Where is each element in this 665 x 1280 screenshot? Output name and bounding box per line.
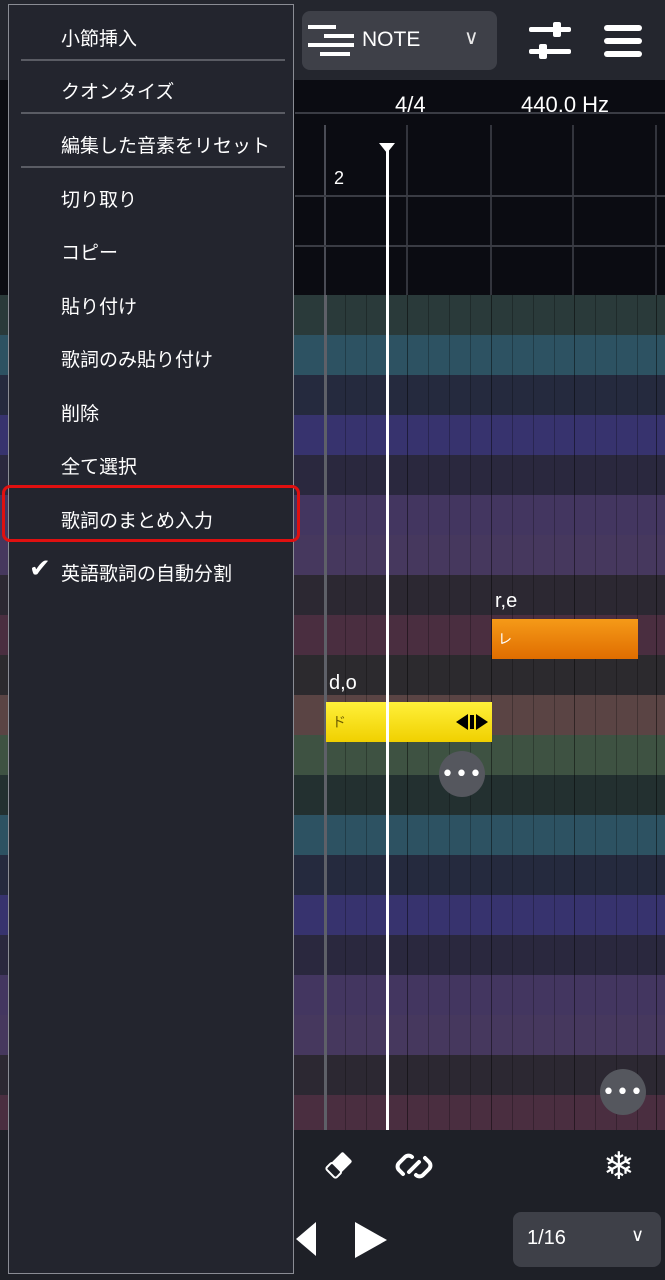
note-lyric-label: r,e (495, 590, 518, 612)
link-icon[interactable] (395, 1148, 433, 1184)
note-re[interactable]: レ (492, 619, 638, 659)
ruler-divider (295, 112, 665, 114)
menu-item-paste-lyrics-only[interactable]: 歌詞のみ貼り付け (9, 330, 293, 383)
menu-item-copy[interactable]: コピー (9, 223, 293, 276)
ruler-divider (295, 245, 665, 247)
resize-arrows-icon[interactable] (456, 714, 488, 730)
menu-item-auto-split-english-lyrics[interactable]: ✔ 英語歌詞の自動分割 (9, 544, 293, 597)
menu-divider (21, 166, 285, 168)
menu-item-label: 小節挿入 (61, 28, 138, 50)
ruler-beat-line (572, 125, 574, 295)
playhead-line (386, 145, 389, 1130)
menu-item-cut[interactable]: 切り取り (9, 170, 293, 223)
time-signature[interactable]: 4/4 (395, 92, 426, 118)
eraser-icon[interactable] (322, 1148, 356, 1182)
checkmark-icon: ✔ (29, 554, 51, 584)
ruler-beat-line (490, 125, 492, 295)
menu-divider (21, 112, 285, 114)
menu-item-quantize[interactable]: クオンタイズ (9, 62, 293, 115)
ruler-bar-line (324, 125, 326, 295)
more-options-button[interactable]: ••• (600, 1069, 646, 1115)
rewind-icon[interactable] (296, 1222, 316, 1256)
menu-item-label: 英語歌詞の自動分割 (61, 563, 233, 585)
note-lyric-text: ド (332, 715, 346, 731)
tuning-frequency[interactable]: 440.0 Hz (521, 92, 609, 118)
edit-mode-label: NOTE (362, 28, 421, 51)
menu-item-label: 削除 (61, 403, 100, 425)
mixer-icon[interactable] (529, 22, 571, 59)
menu-item-label: クオンタイズ (61, 81, 175, 103)
chevron-down-icon: ∨ (464, 25, 479, 49)
menu-item-paste[interactable]: 貼り付け (9, 277, 293, 330)
play-icon[interactable] (355, 1222, 387, 1258)
menu-item-label: 編集した音素をリセット (61, 135, 271, 157)
quantize-value: 1/16 (527, 1227, 566, 1249)
menu-item-reset-phonemes[interactable]: 編集した音素をリセット (9, 116, 293, 169)
context-menu: 小節挿入 クオンタイズ 編集した音素をリセット 切り取り コピー 貼り付け 歌詞… (8, 4, 294, 1274)
measure-number: 2 (334, 168, 345, 188)
note-lyric-text: レ (498, 632, 512, 648)
menu-divider (21, 59, 285, 61)
quantize-select[interactable]: 1/16 ∨ (513, 1212, 661, 1267)
chevron-down-icon: ∨ (631, 1225, 645, 1246)
menu-item-label: コピー (61, 242, 119, 264)
menu-item-label: 切り取り (61, 189, 138, 211)
note-mode-icon (308, 25, 354, 57)
ruler-divider (295, 195, 665, 197)
note-do[interactable]: ド (326, 702, 492, 742)
edit-mode-select[interactable]: NOTE ∨ (302, 11, 497, 70)
menu-item-select-all[interactable]: 全て選択 (9, 437, 293, 490)
ruler-beat-line (406, 125, 408, 295)
hamburger-menu-icon[interactable] (604, 25, 642, 57)
menu-item-label: 全て選択 (61, 456, 138, 478)
note-lyric-label: d,o (329, 672, 357, 694)
ruler-beat-line (655, 125, 657, 295)
menu-item-label: 貼り付け (61, 296, 138, 318)
menu-item-insert-measure[interactable]: 小節挿入 (9, 9, 293, 62)
menu-item-delete[interactable]: 削除 (9, 384, 293, 437)
note-options-button[interactable]: ••• (439, 751, 485, 797)
menu-item-label: 歌詞のみ貼り付け (61, 349, 214, 371)
snowflake-icon[interactable]: ❄ (603, 1144, 635, 1188)
highlight-annotation (2, 485, 300, 542)
